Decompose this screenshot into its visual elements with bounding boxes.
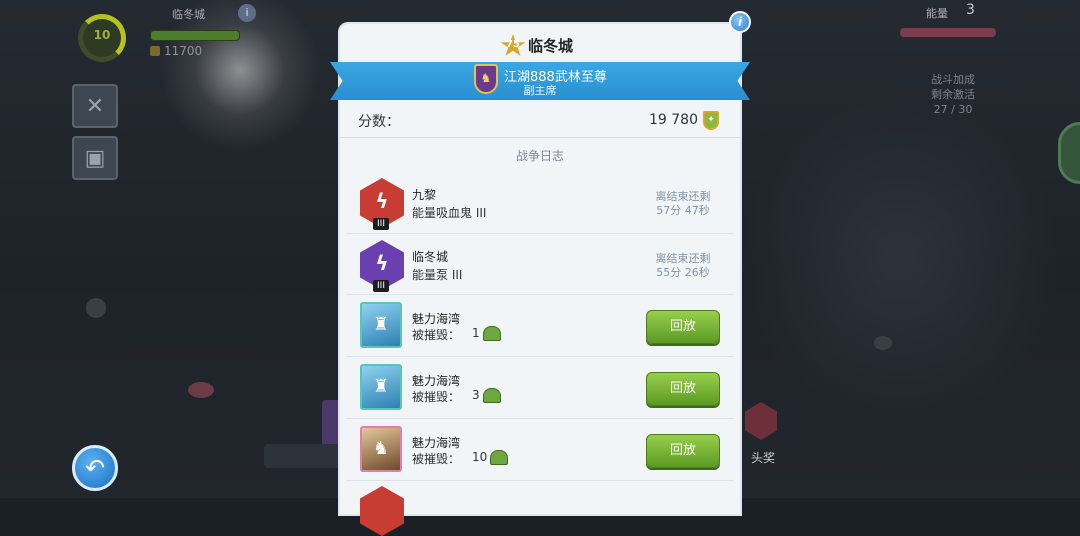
wrench-icon: ✕: [85, 93, 105, 119]
entry-name: 九黎: [412, 188, 437, 202]
rock: [874, 336, 892, 350]
destroyed-label: 被摧毁：: [412, 328, 461, 342]
back-arrow-icon: ↶: [84, 454, 106, 482]
war-log-title: 战争日志: [515, 149, 564, 163]
tools-button[interactable]: ✕: [72, 84, 118, 128]
timer-value: 57分 47秒: [656, 204, 710, 217]
score-label: 分数：: [358, 114, 400, 130]
entry-name: 魅力海湾: [412, 436, 461, 450]
tier-badge: III: [373, 218, 389, 230]
rock: [188, 382, 214, 398]
helmet-icon: [490, 450, 508, 465]
replay-button[interactable]: 回放: [646, 310, 720, 344]
helmet-icon: [483, 388, 501, 403]
timer-value: 55分 26秒: [656, 266, 710, 279]
replay-button[interactable]: 回放: [646, 434, 720, 468]
destroyed-count: 10: [472, 450, 488, 464]
guild-role: 副主席: [523, 84, 557, 97]
rock: [86, 298, 106, 318]
entry-detail: 能量吸血鬼 III: [412, 206, 487, 220]
entry-name: 魅力海湾: [412, 374, 461, 388]
bag-icon: ▣: [84, 145, 106, 171]
panel-level: 75: [506, 39, 520, 50]
player-level: 10: [93, 28, 111, 42]
chat-button[interactable]: [1058, 122, 1080, 184]
trophy-shield-icon: ✦: [703, 111, 719, 130]
player-name: 临冬城: [172, 8, 205, 21]
destroyed-count: 1: [472, 326, 480, 340]
background-structure: [264, 444, 344, 468]
tower-icon: ♜: [372, 314, 390, 335]
player-health-bar: [150, 30, 240, 41]
gold-icon: [150, 46, 160, 56]
replay-button[interactable]: 回放: [646, 372, 720, 406]
destroyed-count: 3: [472, 388, 480, 402]
power-value: 3: [966, 2, 975, 18]
info-icon[interactable]: i: [238, 4, 256, 22]
score-value: 19 780: [649, 112, 698, 128]
player-gold: 11700: [164, 44, 203, 58]
panel-info-icon[interactable]: i: [729, 11, 751, 33]
panel-title: 临冬城: [528, 37, 574, 55]
back-button[interactable]: ↶: [72, 445, 118, 491]
destroyed-label: 被摧毁：: [412, 452, 461, 466]
entry-detail: 能量泵 III: [412, 268, 463, 282]
entry-name: 魅力海湾: [412, 312, 461, 326]
shop-button[interactable]: ▣: [72, 136, 118, 180]
entry-name: 临冬城: [412, 250, 449, 264]
tower-icon: ♜: [372, 376, 390, 397]
helmet-icon: [483, 326, 501, 341]
battle-bonus: 战斗加成 剩余激活 27 / 30: [931, 73, 975, 116]
jackpot-label: 头奖: [751, 451, 776, 465]
lightning-icon: ϟ: [375, 251, 389, 275]
destroyed-label: 被摧毁：: [412, 390, 461, 404]
warrior-icon: ♞: [372, 438, 390, 459]
lightning-icon: ϟ: [375, 189, 389, 213]
enemy-health-bar: [900, 28, 996, 37]
tier-badge: III: [373, 280, 389, 292]
power-label: 能量: [926, 7, 948, 20]
